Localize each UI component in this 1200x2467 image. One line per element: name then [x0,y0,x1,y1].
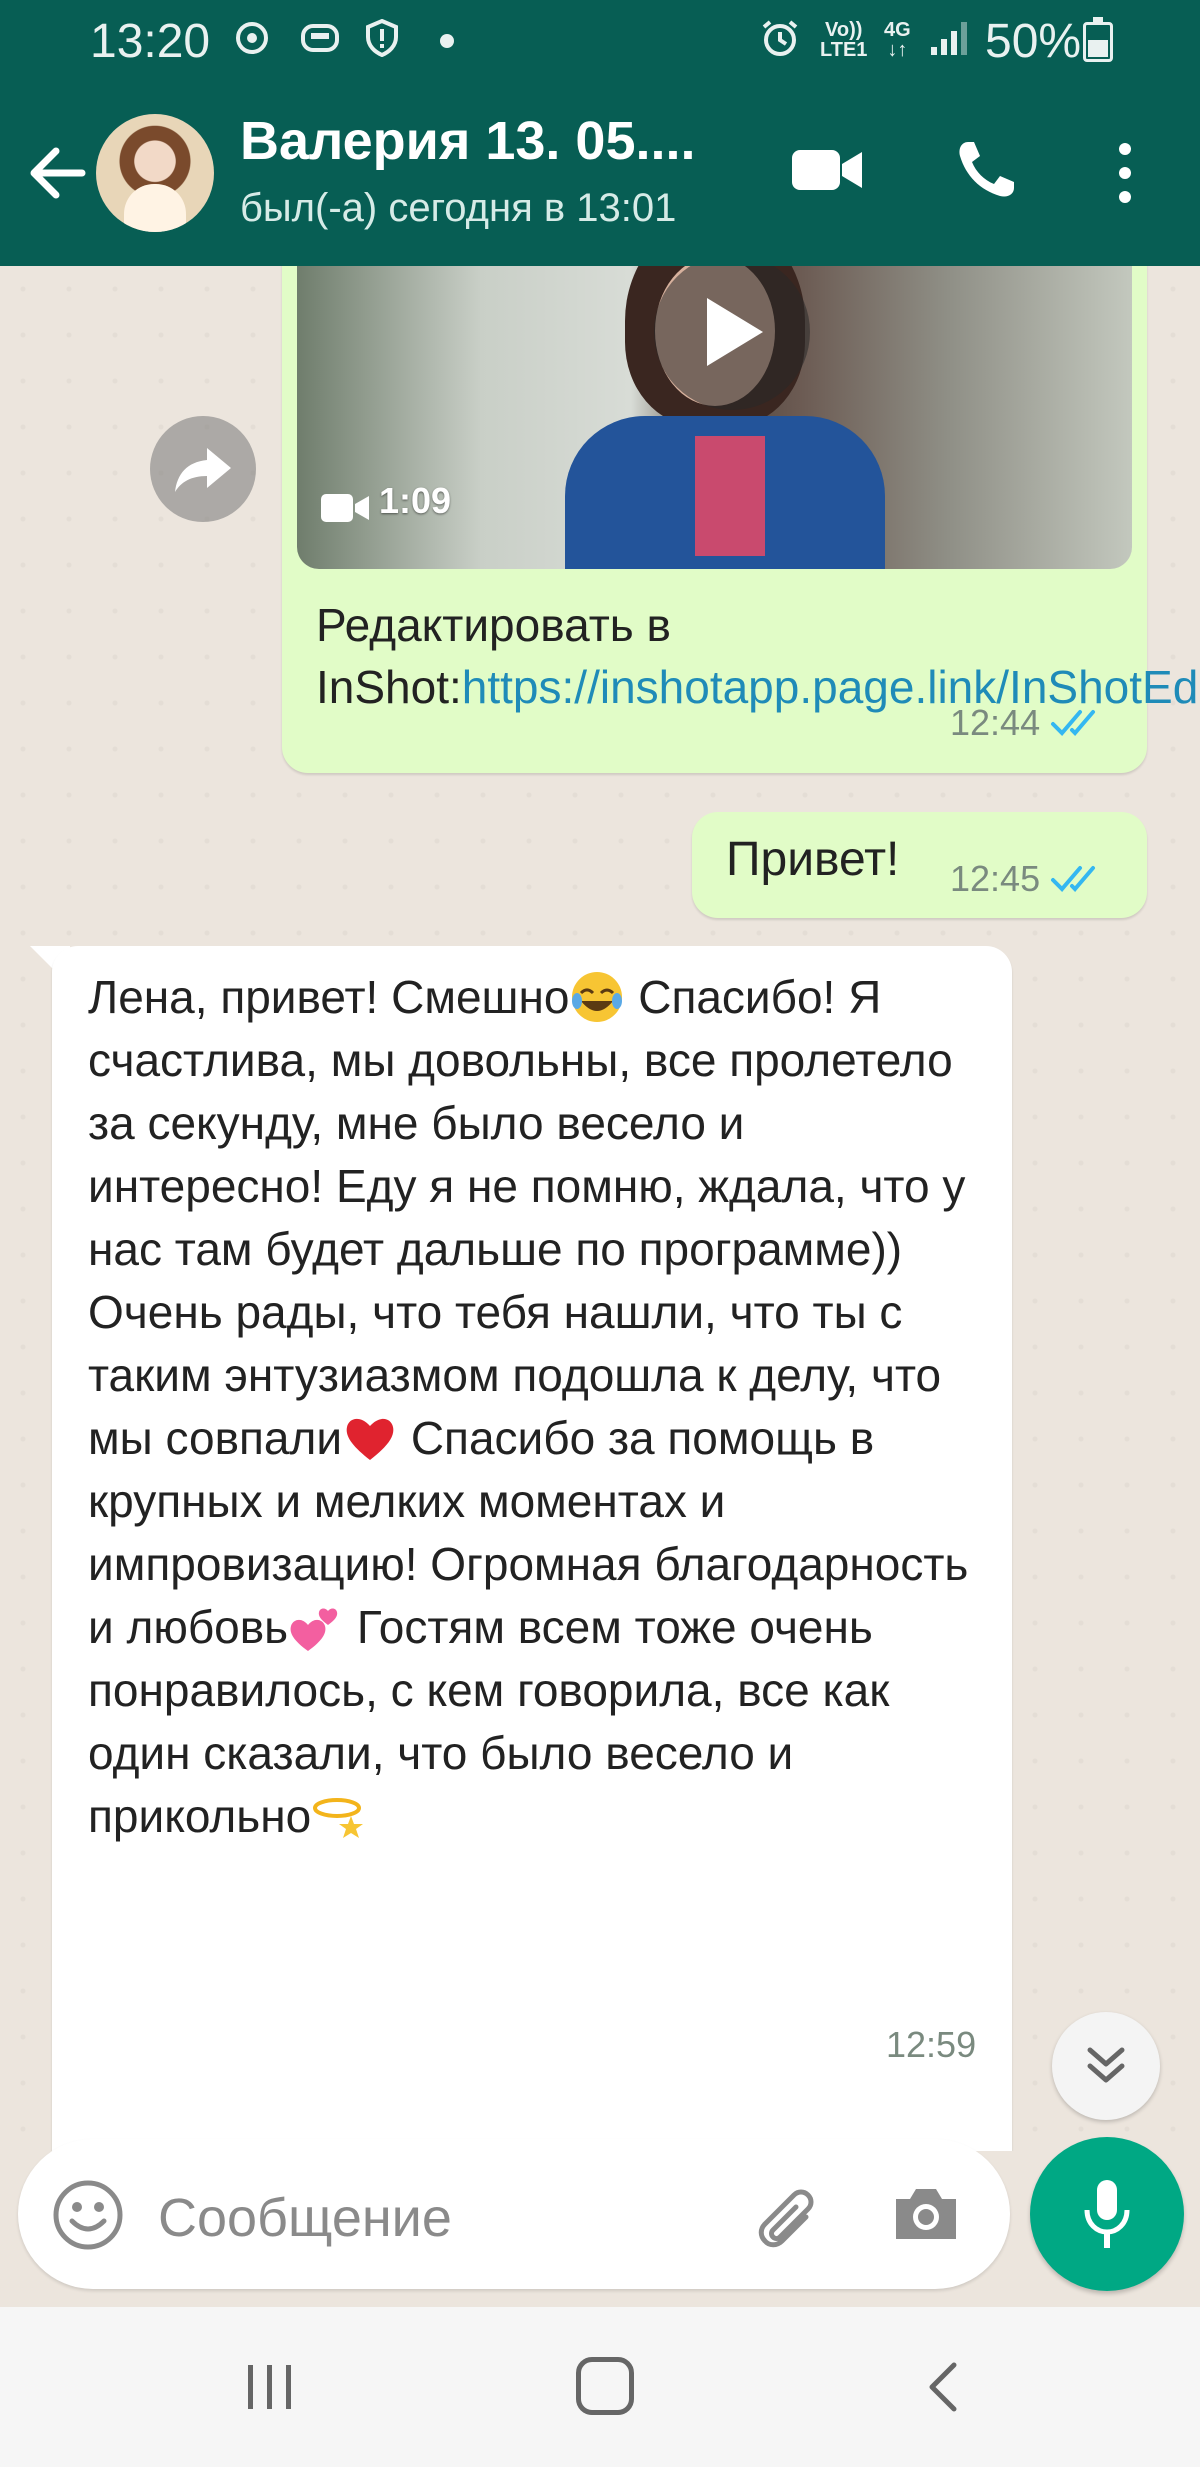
back-button[interactable] [22,138,92,208]
read-ticks-icon [1051,710,1096,736]
video-camera-icon [321,494,369,522]
red-heart-emoji-icon [346,1418,394,1460]
battery-percent: 50% [985,15,1082,68]
message-input[interactable] [158,2183,718,2253]
message-reply-incoming[interactable]: Лена, привет! Смешно Спасибо! Я счастлив… [52,946,1012,2151]
double-chevron-down-icon [1087,2047,1125,2083]
attach-button[interactable] [746,2175,826,2255]
system-nav-bar [0,2307,1200,2467]
two-hearts-emoji-icon [290,1608,338,1651]
dex-icon [300,18,340,58]
message-video-outgoing[interactable]: 1:09 Редактировать в InShot:https://insh… [282,266,1200,773]
video-duration: 1:09 [379,480,452,521]
more-options-button[interactable] [1110,140,1140,206]
laughing-tears-emoji-icon [572,972,623,1022]
message-meta: 12:44 [950,702,1106,744]
message-meta: 12:59 [886,2024,976,2066]
arrow-left-icon [30,147,86,199]
message-time: 12:45 [950,858,1041,899]
volte-indicator: Vo)) LTE1 [820,19,868,61]
contact-name[interactable]: Валерия 13. 05.... [240,110,696,172]
message-text: Привет! [726,833,900,886]
shield-icon [362,18,402,58]
status-bar: 13:20 Vo)) LTE1 4G ↓↑ 50% [0,0,1200,82]
message-time: 12:44 [950,702,1041,743]
emoji-button[interactable] [50,2177,126,2253]
play-icon [707,298,763,366]
forward-icon [175,448,231,492]
message-meta: 12:45 [950,858,1106,900]
message-text: Лена, привет! Смешно Спасибо! Я счастлив… [88,971,982,1842]
read-ticks-icon [1051,866,1096,892]
paperclip-icon [758,2189,814,2248]
smiley-icon [53,2180,123,2250]
video-camera-icon [792,150,862,190]
recent-apps-button[interactable] [240,2359,300,2415]
contact-last-seen: был(-а) сегодня в 13:01 [240,186,677,230]
status-time: 13:20 [90,15,211,68]
sync-icon [232,18,272,58]
chat-app-bar: Валерия 13. 05.... был(-а) сегодня в 13:… [0,100,1200,266]
video-call-button[interactable] [790,140,866,200]
mobile-data-indicator: 4G ↓↑ [884,19,911,61]
voice-call-button[interactable] [954,138,1018,202]
signal-icon [928,18,974,58]
recent-apps-icon [248,2365,291,2409]
notification-dot-icon [440,34,454,48]
voice-message-button[interactable] [1030,2137,1184,2291]
camera-button[interactable] [890,2179,962,2249]
message-time: 12:59 [886,2024,977,2065]
header: 13:20 Vo)) LTE1 4G ↓↑ 50% Валерия 13. 05..… [0,0,1200,266]
camera-icon [896,2189,956,2239]
system-back-button[interactable] [918,2359,968,2415]
forward-button[interactable] [150,416,256,522]
alarm-icon [760,18,800,58]
battery-icon [1083,17,1113,62]
microphone-icon [1084,2180,1130,2248]
phone-icon [959,142,1014,197]
video-thumbnail[interactable]: 1:09 [297,266,1132,569]
contact-avatar[interactable] [96,114,214,232]
message-hello-outgoing[interactable]: Привет! 12:45 [692,812,1147,918]
chat-messages[interactable]: 1:09 Редактировать в InShot:https://insh… [0,266,1200,2151]
scroll-to-bottom-button[interactable] [1052,2012,1160,2120]
dizzy-star-emoji-icon [313,1798,364,1838]
more-vert-icon [1119,143,1131,203]
home-button[interactable] [576,2357,634,2415]
message-composer [0,2113,1200,2313]
chevron-left-icon [929,2362,957,2412]
video-caption: Редактировать в InShot:https://inshotapp… [316,594,1200,718]
input-container [18,2139,1010,2289]
